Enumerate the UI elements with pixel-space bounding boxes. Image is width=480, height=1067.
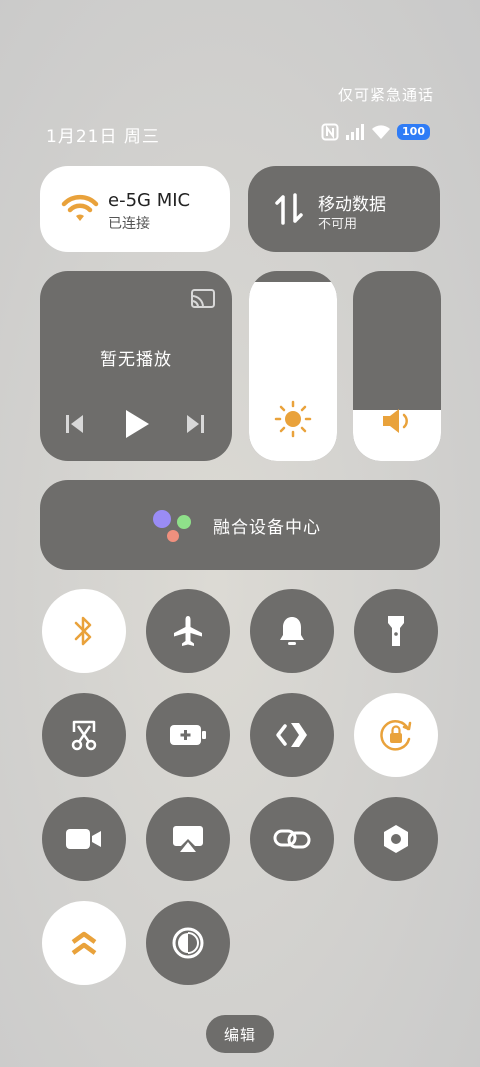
wifi-icon [60,194,100,224]
screen-record-toggle[interactable] [42,797,126,881]
battery-plus-icon [169,723,207,747]
settings-toggle[interactable] [354,797,438,881]
rotation-lock-icon [378,717,414,753]
rotation-lock-toggle[interactable] [354,693,438,777]
flashlight-toggle[interactable] [354,589,438,673]
bell-icon [277,614,307,648]
status-icons: 100 [321,122,430,142]
double-chevron-up-icon [69,928,99,958]
share-icon [275,720,309,750]
nfc-icon [321,123,339,141]
scissors-icon [68,718,100,752]
mobile-data-status: 不可用 [318,217,358,232]
sun-icon [274,400,312,438]
signal-icon [345,124,365,140]
mobile-data-tile[interactable]: 移动数据 不可用 [248,166,440,252]
data-transfer-icon [274,192,304,226]
cast-toggle[interactable] [146,797,230,881]
speaker-icon [381,406,413,436]
bluetooth-icon [72,613,96,649]
cast-icon[interactable] [190,288,216,310]
battery-icon: 100 [397,124,430,140]
airplane-icon [171,614,205,648]
now-playing-text: 暂无播放 [100,350,172,370]
play-icon[interactable] [124,409,150,439]
contrast-icon [171,926,205,960]
sound-toggle[interactable] [250,589,334,673]
device-hub-label: 融合设备中心 [213,518,321,538]
mobile-data-title: 移动数据 [318,195,386,215]
previous-track-icon[interactable] [65,414,85,434]
screenshot-toggle[interactable] [42,693,126,777]
hexagon-settings-icon [380,823,412,855]
wifi-status: 已连接 [108,216,150,232]
device-hub-icon [152,508,196,544]
wifi-icon [371,124,391,140]
performance-toggle[interactable] [42,901,126,985]
bluetooth-toggle[interactable] [42,589,126,673]
link-toggle[interactable] [250,797,334,881]
dark-mode-toggle[interactable] [146,901,230,985]
device-hub-card[interactable]: 融合设备中心 [40,480,440,570]
emergency-call-text: 仅可紧急通话 [337,86,434,104]
volume-slider[interactable] [353,271,441,461]
date-text: 1月21日 周三 [46,127,160,147]
media-player-card[interactable]: 暂无播放 [40,271,232,461]
screen-cast-icon [171,824,205,854]
airplane-toggle[interactable] [146,589,230,673]
battery-saver-toggle[interactable] [146,693,230,777]
wifi-ssid: e-5G MIC [108,190,191,211]
edit-button[interactable]: 编辑 [206,1015,274,1053]
next-track-icon[interactable] [185,414,205,434]
wifi-tile[interactable]: e-5G MIC 已连接 [40,166,230,252]
flashlight-icon [384,613,408,649]
video-camera-icon [65,827,103,851]
brightness-slider[interactable] [249,271,337,461]
share-toggle[interactable] [250,693,334,777]
link-icon [273,826,311,852]
